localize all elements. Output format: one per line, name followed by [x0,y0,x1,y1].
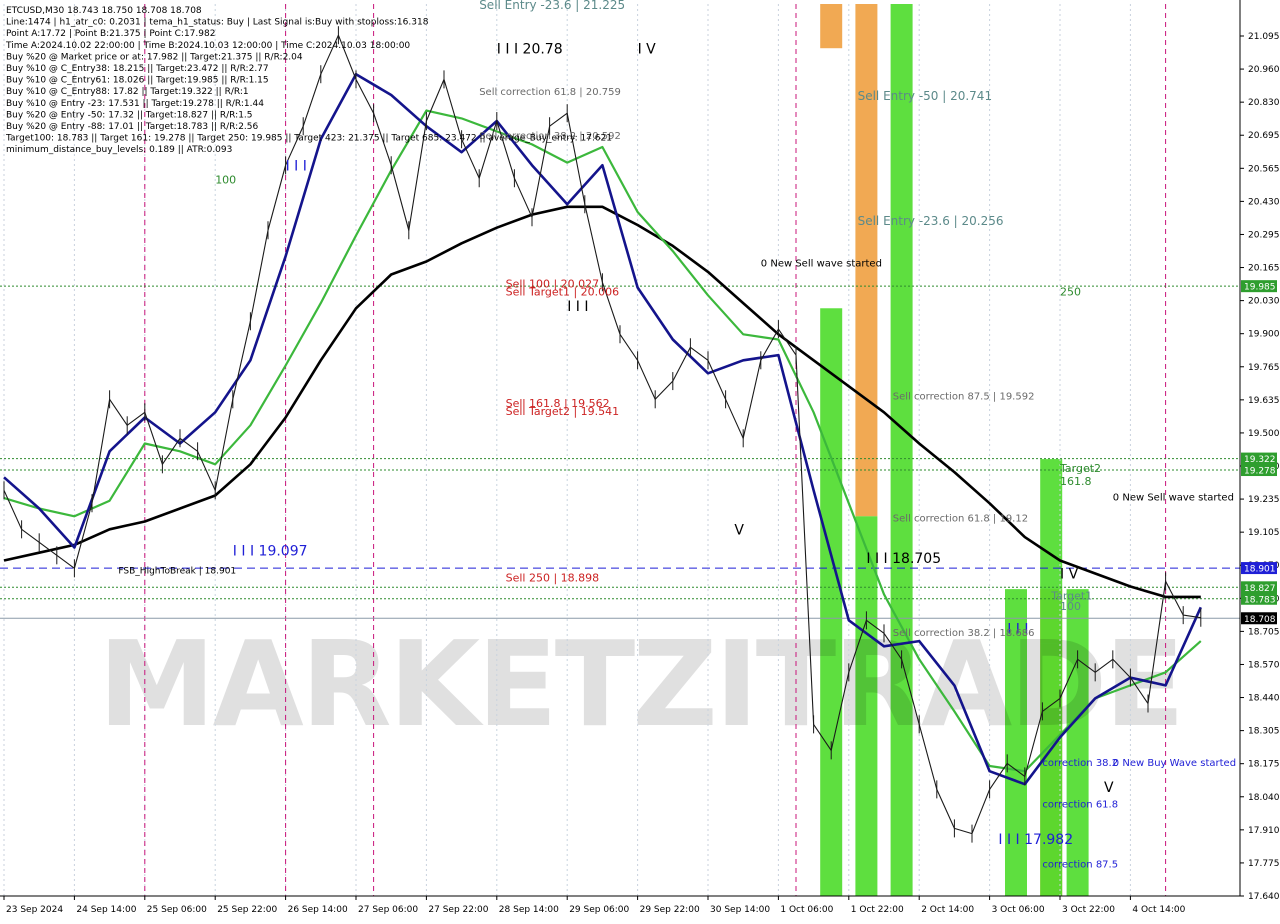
annotation-20: Sell correction 61.8 | 19.12 [893,514,1028,525]
annotation-18: 161.8 [1060,475,1092,488]
time-tick-label-11: 1 Oct 06:00 [780,905,833,915]
time-tick-label-1: 24 Sep 14:00 [76,905,136,915]
time-tick-label-4: 26 Sep 14:00 [288,905,348,915]
time-tick-label-13: 2 Oct 14:00 [921,905,974,915]
annotation-25: I V [1060,567,1079,583]
annotation-7: Sell Entry -50 | 20.741 [858,89,992,103]
price-tick-label-24: 17.910 [1248,826,1280,836]
price-tick-label-25: 17.775 [1248,859,1280,869]
annotation-30: Sell correction 38.2 | 18.686 [893,628,1035,639]
time-tick-label-8: 29 Sep 06:00 [569,905,629,915]
price-tick-label-5: 20.430 [1248,197,1280,207]
annotation-26: Sell 250 | 18.898 [506,571,600,584]
annotation-17: Target2 [1059,462,1101,475]
price-tick-label-2: 20.830 [1248,98,1280,108]
info-line-9: Buy %20 @ Entry -50: 17.32 || Target:18.… [6,110,253,120]
price-tag-label-0: 19.985 [1244,283,1276,293]
time-tick-label-7: 28 Sep 14:00 [499,905,559,915]
price-tick-label-20: 18.440 [1248,694,1280,704]
info-line-4: Buy %20 @ Market price or at: 17.982 || … [6,52,303,62]
price-tick-label-9: 19.900 [1248,330,1280,340]
info-line-12: minimum_distance_buy_levels: 0.189 || AT… [6,145,232,155]
price-tick-label-4: 20.565 [1248,164,1280,174]
price-tick-label-22: 18.175 [1248,760,1280,770]
annotation-3: I I I [286,158,307,174]
annotation-12: I I I [567,299,588,315]
annotation-1: I I I 20.78 [497,41,563,57]
price-tick-label-8: 20.030 [1248,297,1280,307]
price-tick-label-14: 19.235 [1248,495,1280,505]
time-tick-label-3: 25 Sep 22:00 [217,905,277,915]
annotation-11: Sell Target1 | 20.006 [506,285,620,298]
annotation-13: 250 [1060,285,1081,298]
price-tick-label-11: 19.635 [1248,396,1280,406]
trading-chart[interactable]: MARKETZITRADE Sell Entry -23.6 | 21.225 I… [0,0,1280,920]
info-line-7: Buy %10 @ C_Entry88: 17.82 || Target:19.… [6,87,249,97]
annotation-2: I V [638,41,657,57]
price-tag-label-1: 19.322 [1244,455,1276,465]
info-line-1: Line:1474 | h1_atr_c0: 0.2031 | tema_h1_… [6,18,429,28]
price-tag-label-3: 18.901 [1244,565,1276,575]
price-tick-label-7: 20.165 [1248,264,1280,274]
time-tick-label-10: 30 Sep 14:00 [710,905,770,915]
annotation-36: correction 87.5 [1042,859,1118,870]
price-tick-label-10: 19.765 [1248,363,1280,373]
annotation-24: I I I 18.705 [866,551,941,567]
annotation-16: Sell Target2 | 19.541 [506,405,620,418]
annotation-31: 0 New Buy Wave started [1113,758,1236,769]
price-tick-label-19: 18.570 [1248,660,1280,670]
price-tick-label-1: 20.960 [1248,65,1280,75]
annotation-5: Sell correction 61.8 | 20.759 [479,87,621,98]
annotation-28: 100 [1060,600,1081,613]
info-line-0: ETCUSD,M30 18.743 18.750 18.708 18.708 [6,6,202,16]
price-tag-label-6: 18.708 [1244,615,1276,625]
annotation-23: FSB_HighToBreak | 18.901 [118,567,236,577]
price-tag-label-5: 18.783 [1244,595,1276,605]
price-tick-label-3: 20.695 [1248,131,1280,141]
time-tick-label-15: 3 Oct 22:00 [1062,905,1115,915]
annotation-19: 0 New Sell wave started [1113,493,1234,504]
annotation-4: 100 [215,173,236,186]
annotation-9: 0 New Sell wave started [761,259,882,270]
time-tick-label-12: 1 Oct 22:00 [851,905,904,915]
info-line-6: Buy %10 @ C_Entry61: 18.026 || Target:19… [6,76,269,86]
info-line-5: Buy %10 @ C_Entry38: 18.215 || Target:23… [6,64,269,74]
annotation-33: V [1104,780,1114,796]
price-tick-label-12: 19.500 [1248,429,1280,439]
info-line-11: Target100: 18.783 || Target 161: 19.278 … [5,134,612,144]
info-line-8: Buy %10 @ Entry -23: 17.531 || Target:19… [6,99,264,109]
info-line-10: Buy %20 @ Entry -88: 17.01 || Target:18.… [6,122,259,132]
price-tick-label-23: 18.040 [1248,793,1280,803]
time-tick-label-6: 27 Sep 22:00 [428,905,488,915]
annotation-32: correction 38.2 [1042,758,1118,769]
signal-zone-0 [820,4,843,49]
time-tick-label-9: 29 Sep 22:00 [640,905,700,915]
price-tag-label-4: 18.827 [1244,584,1276,594]
signal-zone-1 [820,308,843,897]
time-tick-label-5: 27 Sep 06:00 [358,905,418,915]
price-tick-label-21: 18.305 [1248,727,1280,737]
time-tick-label-0: 23 Sep 2024 [6,905,63,915]
annotation-22: I I I 19.097 [233,543,308,559]
info-line-3: Time A:2024.10.02 22:00:00 | Time B:2024… [5,41,410,51]
annotation-8: Sell Entry -23.6 | 20.256 [858,214,1004,228]
info-line-2: Point A:17.72 | Point B:21.375 | Point C… [6,29,215,39]
chart-svg[interactable]: MARKETZITRADE Sell Entry -23.6 | 21.225I… [0,0,1280,920]
price-tick-label-15: 19.105 [1248,528,1280,538]
annotation-14: Sell correction 87.5 | 19.592 [893,391,1035,402]
price-tag-label-2: 19.278 [1244,467,1276,477]
signal-zone-4 [890,4,913,896]
price-tick-label-6: 20.295 [1248,230,1280,240]
time-tick-label-16: 4 Oct 14:00 [1132,905,1185,915]
annotation-21: V [734,523,744,539]
price-tick-label-0: 21.095 [1248,32,1280,42]
time-tick-label-14: 3 Oct 06:00 [992,905,1045,915]
annotation-34: correction 61.8 [1042,800,1118,811]
price-tick-label-18: 18.705 [1248,627,1280,637]
annotation-0: Sell Entry -23.6 | 21.225 [479,0,625,12]
price-tick-label-26: 17.640 [1248,892,1280,902]
time-tick-label-2: 25 Sep 06:00 [147,905,207,915]
annotation-35: I I I 17.982 [998,832,1073,848]
